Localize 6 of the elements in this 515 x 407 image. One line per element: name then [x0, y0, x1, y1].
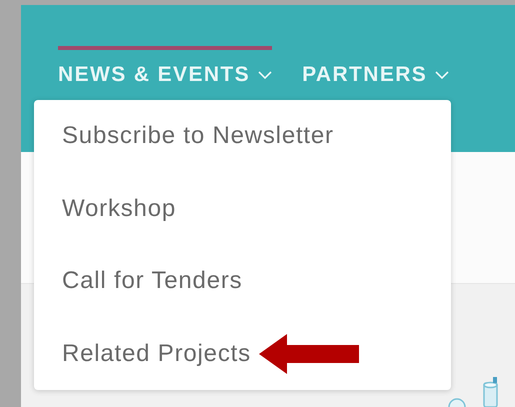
dropdown-item[interactable]: Workshop — [62, 194, 176, 223]
dropdown-item[interactable]: Call for Tenders — [62, 267, 242, 296]
dropdown-item[interactable]: Related Projects — [62, 340, 251, 368]
chevron-down-icon — [435, 70, 450, 80]
chevron-down-icon — [258, 70, 272, 80]
dropdown-item[interactable]: Subscribe to Newsletter — [62, 122, 334, 150]
